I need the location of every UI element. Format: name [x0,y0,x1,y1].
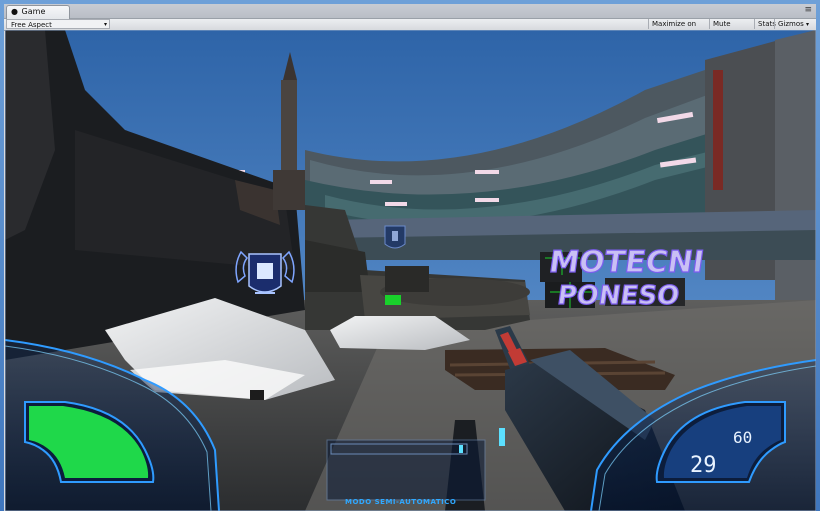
shield-marker-icon [384,225,406,249]
tab-game-label: Game [21,7,46,16]
gizmos-label: Gizmos [778,20,804,28]
tab-bar: ● Game ≡ [4,4,816,19]
wall-sign-lower: PONESO [556,281,682,311]
tab-game[interactable]: ● Game [6,5,70,19]
ammo-reserve: 60 [733,428,752,447]
fire-mode-panel: MODO SEMI-AUTOMATICO [326,439,486,506]
game-viewport[interactable]: MOTECNI PONESO 29 60 MODO SEMI-AUTOMATIC… [5,30,816,511]
fire-mode-label: MODO SEMI-AUTOMATICO [345,498,456,506]
chevron-down-icon: ▾ [103,21,107,28]
game-panel: ● Game ≡ Free Aspect ▾ Maximize on Play … [4,4,816,511]
unity-editor-window: ● Game ≡ Free Aspect ▾ Maximize on Play … [0,0,820,511]
stats-button[interactable]: Stats [754,19,776,29]
gizmos-button[interactable]: Gizmos ▾ [774,19,816,29]
ammo-current: 29 [690,453,717,478]
unity-game-icon: ● [11,7,18,16]
mute-audio-button[interactable]: Mute audio [709,19,754,38]
wall-sign-upper: MOTECNI [547,245,706,280]
objective-marker [385,295,401,305]
chevron-down-icon: ▾ [806,21,810,28]
game-scene: MOTECNI PONESO 29 60 MODO SEMI-AUTOMATIC… [5,30,816,511]
maximize-on-play-button[interactable]: Maximize on Play [648,19,709,38]
tab-menu-icon[interactable]: ≡ [804,5,812,15]
aspect-dropdown[interactable]: Free Aspect ▾ [6,19,110,29]
aspect-label: Free Aspect [11,21,52,29]
